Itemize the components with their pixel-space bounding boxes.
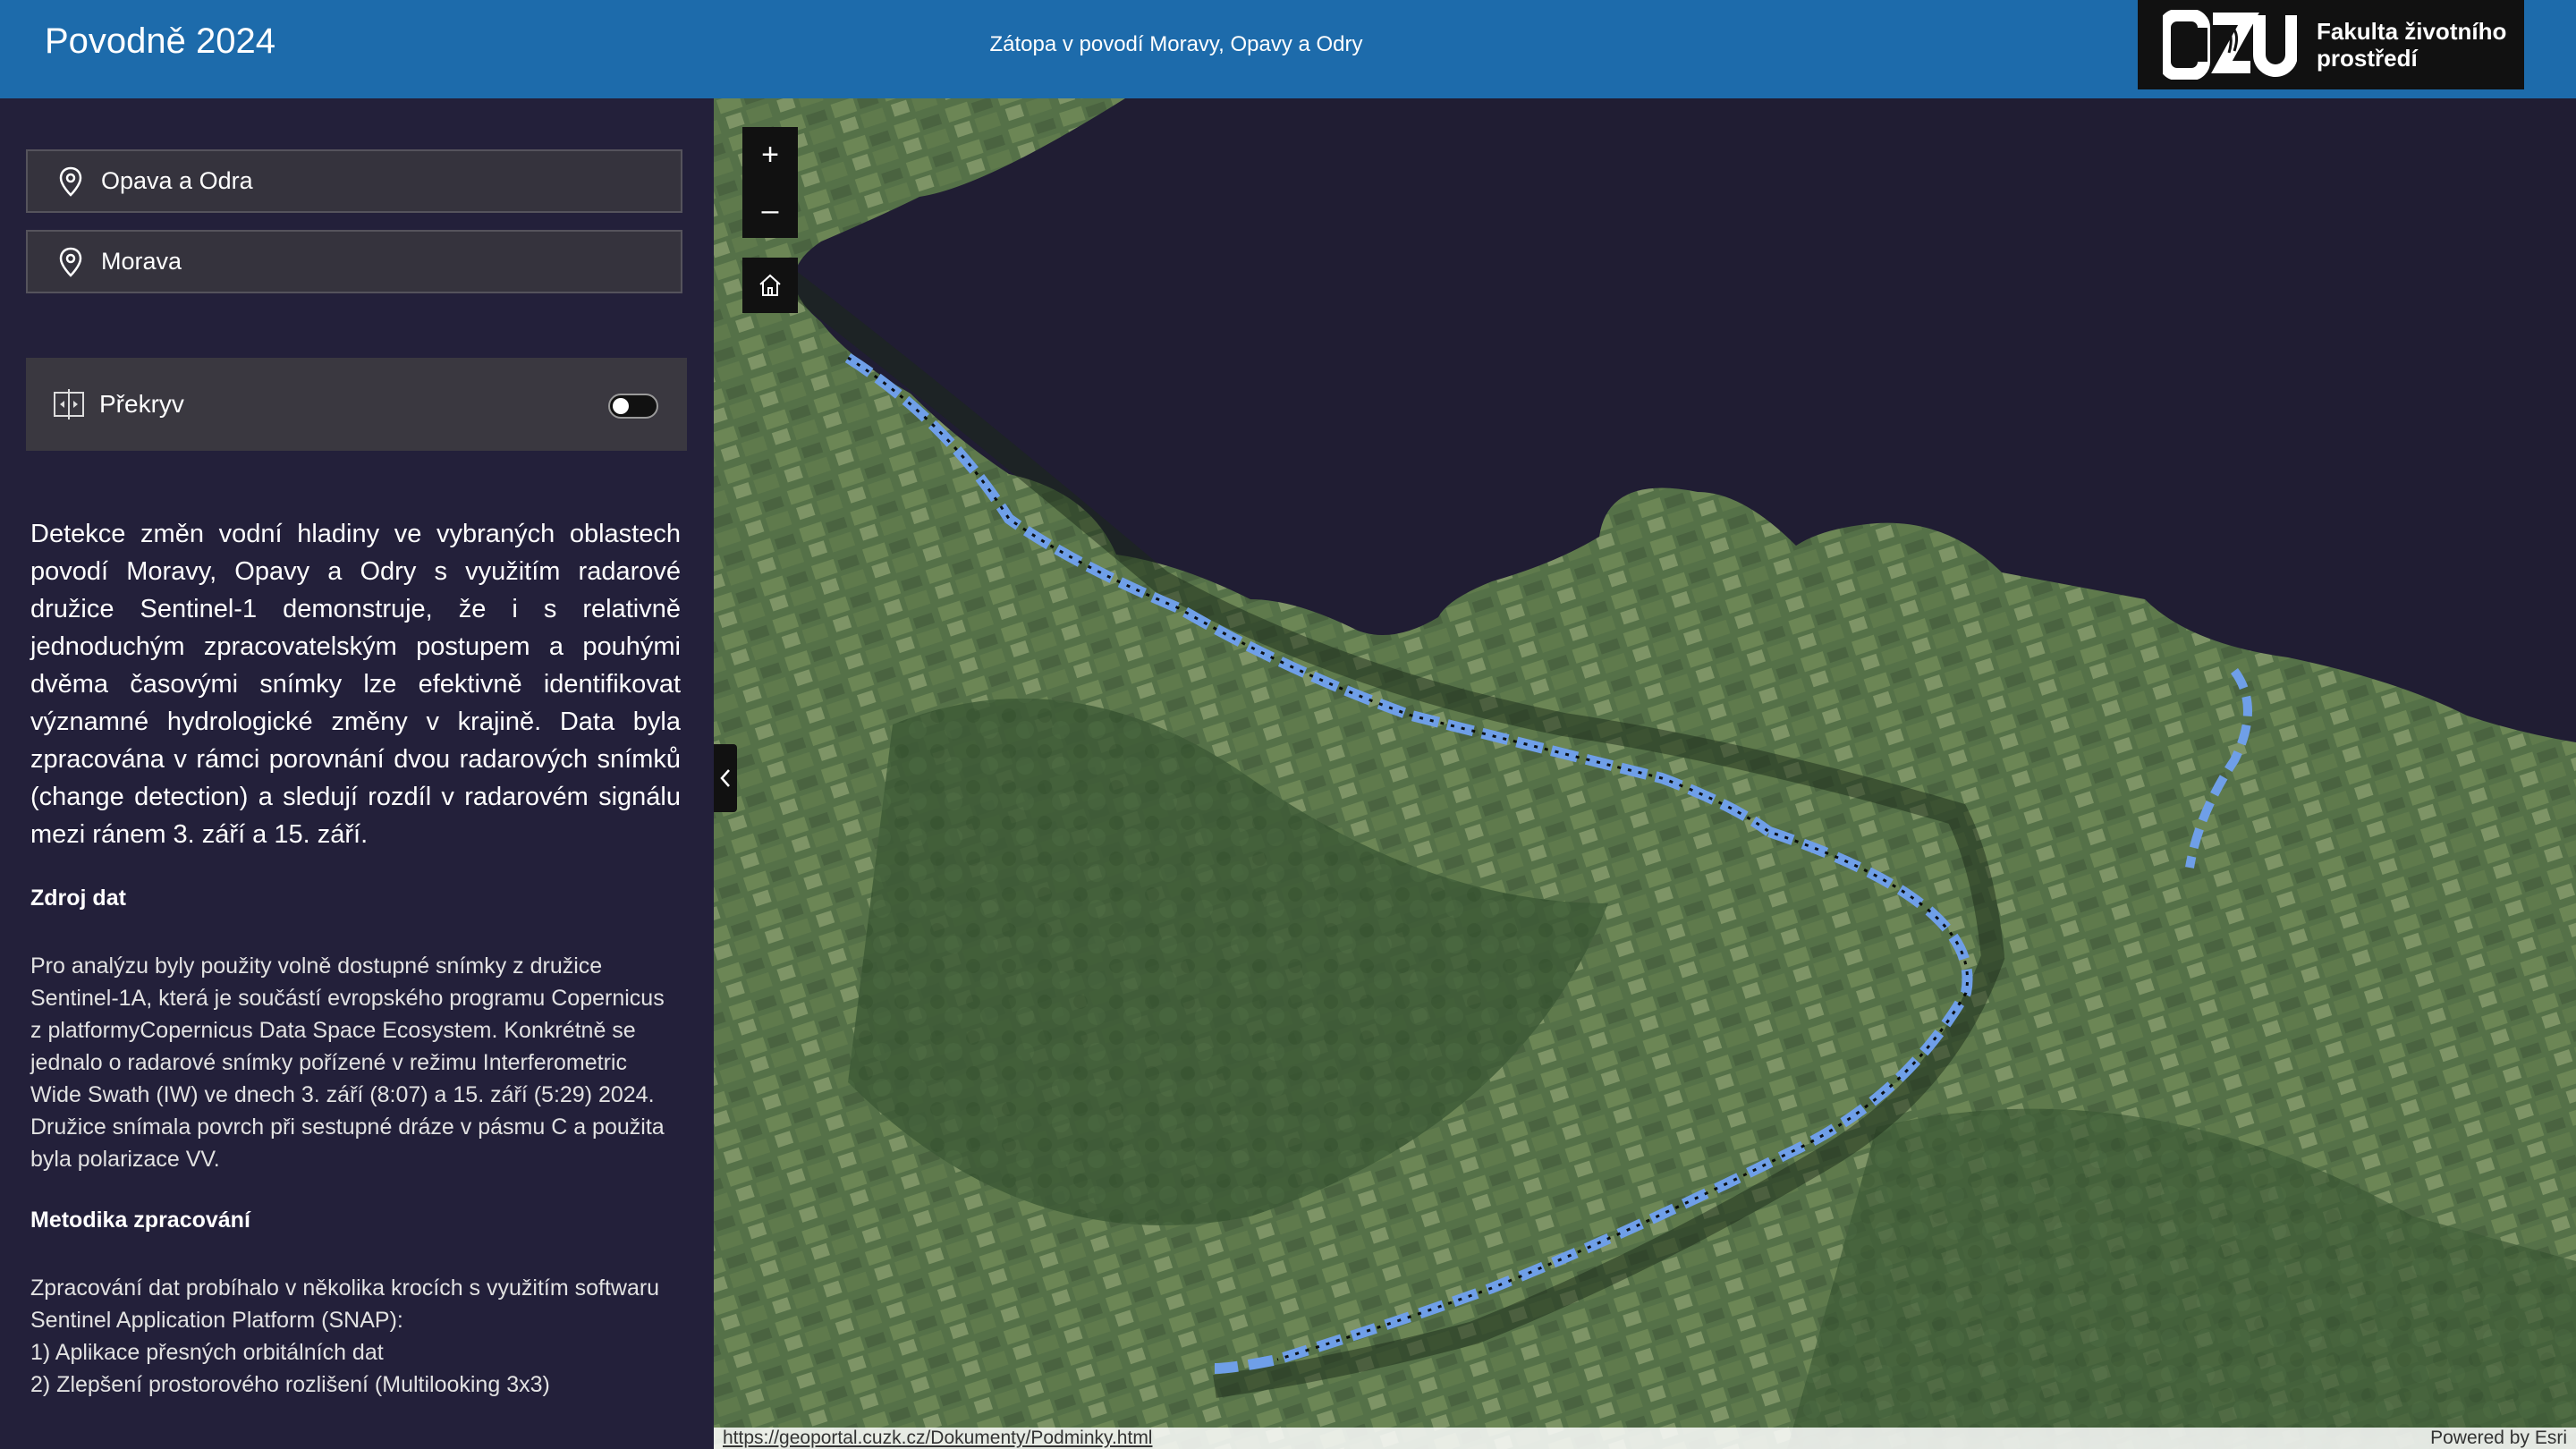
attribution-link[interactable]: https://geoportal.cuzk.cz/Dokumenty/Podm… xyxy=(723,1428,1152,1449)
app-header: Povodně 2024 Zátopa v povodí Moravy, Opa… xyxy=(0,0,2576,98)
location-label: Morava xyxy=(101,248,182,275)
home-icon xyxy=(759,274,781,296)
zoom-controls: + – xyxy=(742,127,798,238)
zoom-in-button[interactable]: + xyxy=(742,127,798,182)
overlay-row: Překryv xyxy=(26,358,687,451)
map-pin-icon xyxy=(59,247,82,277)
swipe-compare-icon xyxy=(54,389,84,419)
chevron-left-icon xyxy=(720,769,730,787)
zoom-out-button[interactable]: – xyxy=(742,182,798,238)
description-text: Detekce změn vodní hladiny ve vybraných … xyxy=(30,520,681,849)
section-text-method: Zpracování dat probíhalo v několika kroc… xyxy=(30,1275,660,1397)
toggle-knob xyxy=(613,398,629,414)
side-panel: Opava a Odra Morava Překryv Detekce změn… xyxy=(0,98,714,1449)
section-text-source: Pro analýzu byly použity volně dostupné … xyxy=(30,953,665,1172)
czu-logo-mark xyxy=(2163,10,2297,80)
logo-text-line1: Fakulta životního xyxy=(2317,18,2507,45)
czu-logo[interactable]: Fakulta životního prostředí xyxy=(2138,0,2524,89)
powered-by-esri[interactable]: Powered by Esri xyxy=(2430,1428,2567,1449)
home-button[interactable] xyxy=(742,258,798,313)
collapse-panel-button[interactable] xyxy=(714,744,737,812)
location-button-morava[interactable]: Morava xyxy=(26,230,682,293)
map-attribution: https://geoportal.cuzk.cz/Dokumenty/Podm… xyxy=(714,1428,2576,1449)
overlay-label: Překryv xyxy=(99,390,184,418)
overlay-toggle[interactable] xyxy=(608,394,658,419)
section-title-method: Metodika zpracování xyxy=(30,1208,250,1233)
map-view[interactable] xyxy=(714,98,2576,1449)
logo-text-line2: prostředí xyxy=(2317,45,2418,72)
map-pin-icon xyxy=(59,166,82,197)
satellite-imagery xyxy=(714,98,2576,1449)
app-subtitle: Zátopa v povodí Moravy, Opavy a Odry xyxy=(989,32,1363,56)
section-title-source: Zdroj dat xyxy=(30,886,126,911)
location-button-opava-odra[interactable]: Opava a Odra xyxy=(26,149,682,213)
logo-text: Fakulta životního prostředí xyxy=(2317,18,2506,72)
location-label: Opava a Odra xyxy=(101,167,253,194)
